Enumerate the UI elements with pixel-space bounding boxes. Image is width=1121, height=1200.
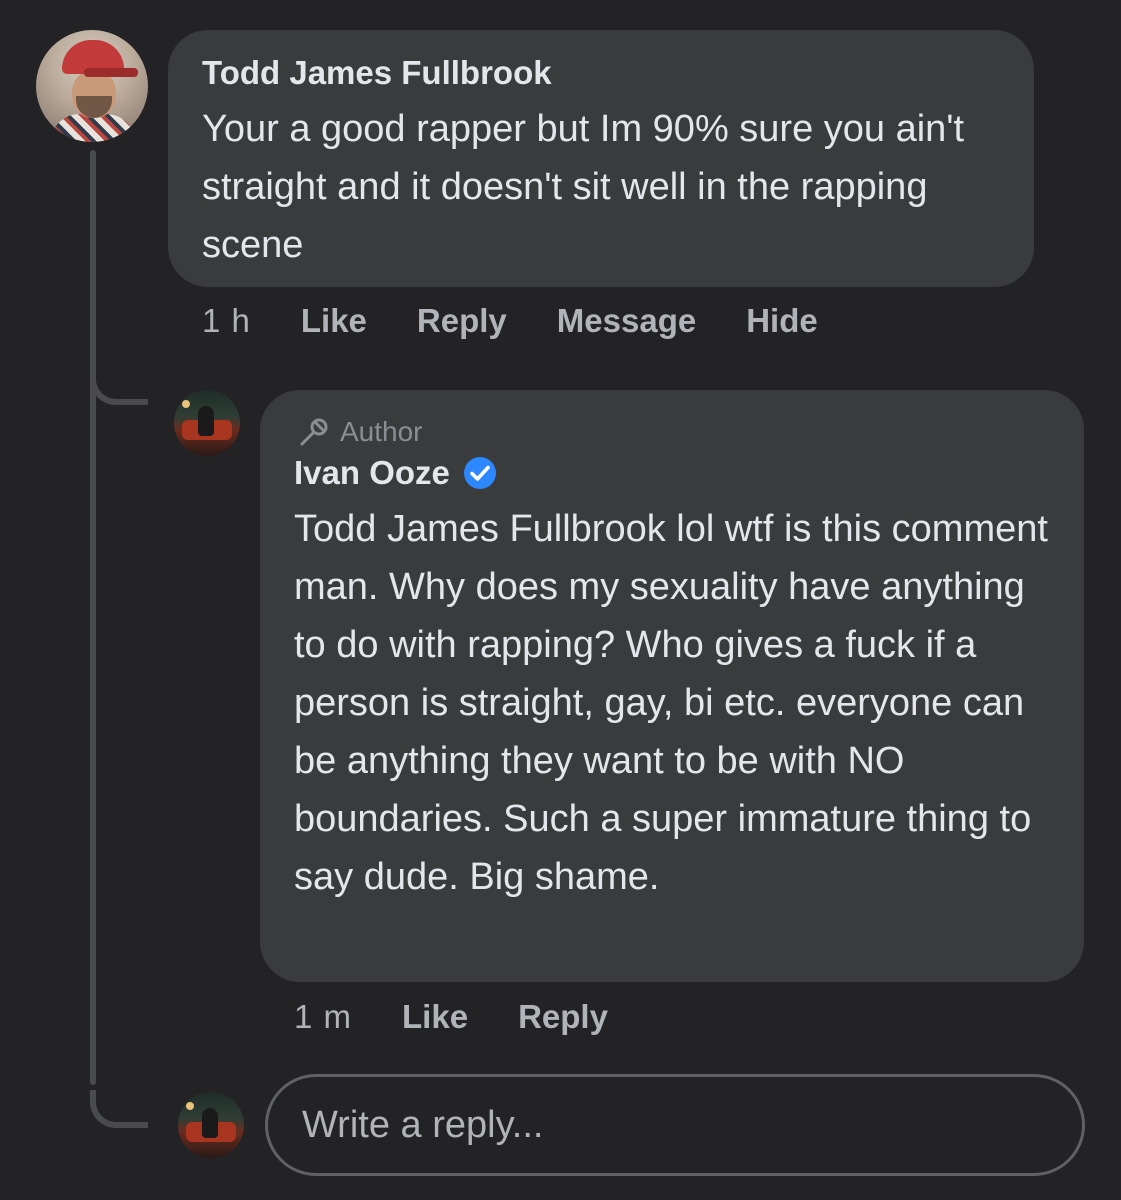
- reply-text: Todd James Fullbrook lol wtf is this com…: [294, 508, 1048, 898]
- comment-text: Your a good rapper but Im 90% sure you a…: [202, 108, 965, 266]
- like-button[interactable]: Like: [402, 998, 468, 1036]
- microphone-icon: [300, 418, 328, 446]
- write-reply-input[interactable]: Write a reply...: [265, 1074, 1085, 1176]
- avatar[interactable]: [174, 390, 240, 456]
- verified-badge-icon: [462, 455, 498, 491]
- like-button[interactable]: Like: [301, 302, 367, 340]
- thread-branch-input: [90, 1090, 148, 1128]
- comment-author-name[interactable]: Todd James Fullbrook: [202, 52, 1000, 94]
- comment-thread: Todd James Fullbrook Your a good rapper …: [0, 0, 1121, 1200]
- avatar-figure: [202, 1108, 218, 1138]
- reply-author-name: Ivan Ooze: [294, 452, 1050, 494]
- avatar-figure: [198, 406, 214, 436]
- reply-timestamp[interactable]: 1 m: [294, 998, 352, 1036]
- comment-bubble: Todd James Fullbrook Your a good rapper …: [168, 30, 1034, 287]
- reply-button[interactable]: Reply: [417, 302, 507, 340]
- thread-branch-reply: [90, 367, 148, 405]
- reply-author-name-text[interactable]: Ivan Ooze: [294, 452, 450, 494]
- hide-button[interactable]: Hide: [746, 302, 818, 340]
- reply-button[interactable]: Reply: [518, 998, 608, 1036]
- avatar-shirt: [50, 114, 136, 142]
- avatar-lamp: [186, 1102, 194, 1110]
- thread-connector-line: [90, 150, 96, 1085]
- avatar[interactable]: [36, 30, 148, 142]
- message-button[interactable]: Message: [557, 302, 696, 340]
- comment-actions: 1 h Like Reply Message Hide: [202, 302, 868, 340]
- avatar-cap-brim: [84, 68, 138, 77]
- avatar: [178, 1092, 244, 1158]
- author-badge: Author: [296, 412, 1050, 452]
- author-badge-label: Author: [340, 416, 423, 447]
- avatar-lamp: [182, 400, 190, 408]
- write-reply-placeholder: Write a reply...: [302, 1103, 544, 1146]
- reply-bubble: Author Ivan Ooze Todd James Fullbrook lo…: [260, 390, 1084, 982]
- comment-timestamp[interactable]: 1 h: [202, 302, 251, 340]
- reply-actions: 1 m Like Reply: [294, 998, 658, 1036]
